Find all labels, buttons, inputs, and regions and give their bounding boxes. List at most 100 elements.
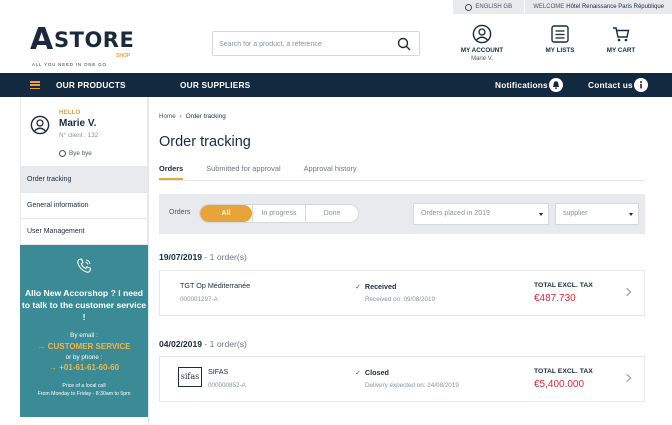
period-select-value: Orders placed in 2019 [421,210,490,217]
my-lists-label: MY LISTS [545,47,575,54]
phone-number-link[interactable]: → +01-61-61-60-60 [20,363,148,372]
order-group-date: 19/07/2019 - 1 order(s) [159,252,247,262]
main-content: Home › Order tracking Order tracking Ord… [148,97,652,425]
total-label: TOTAL EXCL. TAX [534,282,593,289]
order-status-date: Received on: 09/08/2019 [365,296,436,303]
order-number: 000000852-A [208,382,246,389]
sidebar-item-general-information[interactable]: General information [20,193,148,219]
order-group-date: 04/02/2019 - 1 order(s) [159,339,247,349]
call-info: Price of a local call From Monday to Fri… [20,382,148,398]
my-cart-button[interactable]: MY CART [593,24,649,54]
tab-submitted-for-approval[interactable]: Submitted for approval [206,164,280,180]
search-box [212,31,420,56]
top-utility-bar: ENGLISH GB WELCOME Hôtel Renaissance Par… [0,0,672,14]
order-status: ✓ Received [355,282,396,291]
logo-shop: SHOP [116,53,131,59]
breadcrumb: Home › Order tracking [159,113,226,120]
logout-label: Bye bye [69,150,92,157]
customer-service-panel: Allo New Accorshop ? I need to talk to t… [20,245,148,417]
support-headline: Allo New Accorshop ? I need to talk to t… [21,288,147,322]
main-nav: OUR PRODUCTS OUR SUPPLIERS Notifications… [0,73,672,97]
logo-word: STORE [54,28,135,52]
order-amount: €5,400.000 [534,379,585,390]
order-supplier: TGT Op Méditerranée [180,281,251,290]
user-name: Marie V. [59,118,97,129]
period-select[interactable]: Orders placed in 2019 [413,203,549,225]
order-amount: €487.730 [534,293,576,304]
group-date: 19/07/2019 [159,252,203,262]
tab-orders[interactable]: Orders [159,164,184,180]
call-hours: From Monday to Friday - 8:30am to 5pm [37,391,131,397]
order-status-date: Delivery expected on: 24/08/2019 [365,382,459,389]
status-segmented-control: All In progress Done [199,204,359,223]
filter-done[interactable]: Done [305,205,358,222]
order-filters: Orders All In progress Done Orders place… [159,194,645,234]
account-user-name: Marie V. [471,56,493,62]
chevron-right-icon[interactable] [622,373,632,383]
power-icon [59,150,66,157]
side-menu: Order tracking General information User … [20,167,148,245]
account-sidebar: HELLO Marie V. N° client : 132 Bye bye O… [20,97,148,425]
order-tabs: Orders Submitted for approval Approval h… [159,164,380,180]
logo-tagline: ALL YOU NEED IN ONE GO [32,62,107,67]
breadcrumb-current: Order tracking [185,113,226,120]
nav-our-products[interactable]: OUR PRODUCTS [56,73,126,97]
client-number: N° client : 132 [59,132,99,139]
order-number: 000001297-A [180,296,218,303]
order-status-label: Received [364,282,397,291]
menu-icon[interactable] [30,81,40,90]
call-price-note: Price of a local call [62,383,106,389]
welcome-banner: WELCOME Hôtel Renaissance Paris Républiq… [525,0,672,14]
venue-name: Hôtel Renaissance Paris République [566,4,664,10]
language-label: ENGLISH GB [475,4,513,10]
list-icon [551,25,569,43]
supplier-logo: sifas [178,367,202,387]
filter-label: Orders [169,209,191,216]
group-count: - 1 order(s) [204,252,247,262]
check-icon: ✓ [355,283,361,291]
notification-bell-icon[interactable] [549,78,563,92]
account-icon [472,24,492,44]
my-account-label: MY ACCOUNT [460,47,504,54]
chevron-right-icon[interactable] [622,287,632,297]
chevron-down-icon [539,213,543,216]
logo-initial: A [30,22,54,57]
chevron-right-icon: › [179,113,182,120]
order-card[interactable]: TGT Op Méditerranée 000001297-A ✓ Receiv… [159,270,645,316]
user-avatar-icon [30,115,50,135]
group-date: 04/02/2019 [159,339,203,349]
order-status-label: Closed [364,368,389,377]
nav-our-suppliers[interactable]: OUR SUPPLIERS [180,73,250,97]
check-icon: ✓ [355,369,361,377]
search-input[interactable] [219,37,389,51]
by-email-label: By email : [70,332,98,339]
nav-notifications[interactable]: Notifications [495,73,548,97]
supplier-select-value: supplier [563,210,588,217]
nav-contact-us[interactable]: Contact us [588,73,633,97]
tab-approval-history[interactable]: Approval history [304,164,357,180]
info-icon[interactable] [634,78,648,92]
astore-logo[interactable]: A STORE SHOP ALL YOU NEED IN ONE GO [30,22,150,68]
breadcrumb-home[interactable]: Home [159,113,176,120]
hello-label: HELLO [59,109,81,116]
group-count: - 1 order(s) [204,339,247,349]
supplier-select[interactable]: supplier [555,203,639,225]
search-icon[interactable] [397,37,411,51]
sidebar-item-user-management[interactable]: User Management [20,219,148,245]
my-lists-button[interactable]: MY LISTS [532,24,588,54]
logout-link[interactable]: Bye bye [59,150,92,157]
chevron-down-icon [629,213,633,216]
order-supplier: SIFAS [208,367,229,376]
order-card[interactable]: sifas SIFAS 000000852-A ✓ Closed Deliver… [159,356,645,402]
page-title: Order tracking [159,134,251,150]
my-account-button[interactable]: MY ACCOUNT Marie V. [454,24,510,62]
filter-all[interactable]: All [200,205,252,222]
cart-icon [613,27,630,42]
filter-in-progress[interactable]: In progress [252,205,305,222]
customer-service-link[interactable]: → CUSTOMER SERVICE [20,342,148,351]
tab-divider [159,180,645,181]
sidebar-item-order-tracking[interactable]: Order tracking [20,167,148,193]
user-box: HELLO Marie V. N° client : 132 Bye bye [20,97,148,167]
language-selector[interactable]: ENGLISH GB [453,0,526,14]
phone-icon [77,258,92,273]
